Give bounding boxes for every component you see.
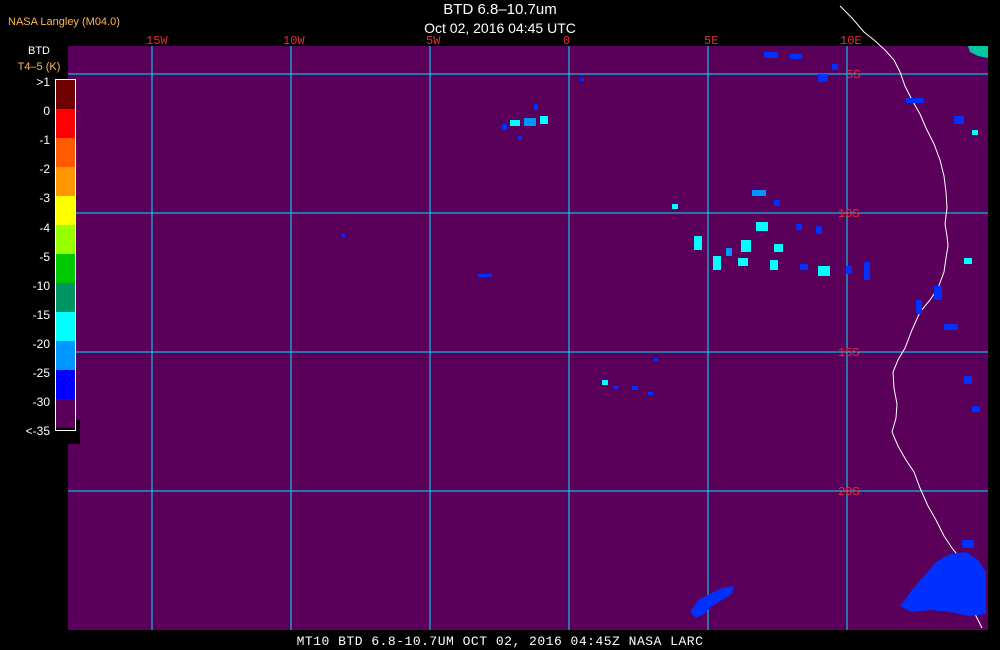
- cloud-cell: [916, 300, 922, 314]
- cloud-cell: [524, 118, 536, 126]
- cloud-cell: [818, 74, 828, 82]
- cloud-cell: [944, 324, 958, 330]
- cloud-cell: [602, 380, 608, 385]
- satellite-map: 15W 10W 5W 0 5E 10E 5S 10S 15S 20S: [68, 5, 988, 630]
- legend-title: BTD: [28, 45, 50, 57]
- legend-swatch: [56, 138, 75, 167]
- cloud-cell: [648, 392, 653, 395]
- cloud-cell: [518, 136, 522, 140]
- cloud-cell: [540, 116, 548, 124]
- legend-label: -20: [32, 336, 50, 351]
- cloud-cell: [632, 386, 638, 390]
- legend-swatch: [56, 80, 75, 109]
- lon-label-5w: 5W: [426, 34, 441, 48]
- cloud-cell: [774, 200, 780, 206]
- legend-label: -3: [39, 191, 50, 206]
- cloud-cell: [962, 540, 974, 548]
- cloud-cell: [672, 204, 678, 209]
- lon-label-5e: 5E: [704, 34, 718, 48]
- cloud-cell: [818, 266, 830, 276]
- legend-label: -1: [39, 133, 50, 148]
- cloud-cell: [694, 236, 702, 250]
- legend-label: -15: [32, 307, 50, 322]
- legend-swatch: [56, 196, 75, 225]
- cloud-cell: [790, 54, 802, 59]
- legend-label: >1: [36, 75, 50, 89]
- cloud-cell: [796, 224, 802, 230]
- cloud-cell: [726, 248, 732, 256]
- lon-label-15w: 15W: [146, 34, 168, 48]
- cloud-cell: [614, 386, 618, 389]
- cloud-cell: [972, 406, 980, 412]
- cloud-cell: [816, 226, 822, 234]
- cloud-cell: [342, 234, 345, 237]
- lon-label-10w: 10W: [283, 34, 305, 48]
- legend-swatch: [56, 283, 75, 312]
- cloud-cell: [906, 98, 924, 103]
- observation-datetime: Oct 02, 2016 04:45 UTC: [424, 20, 576, 36]
- lat-label-5s: 5S: [846, 68, 860, 82]
- cloud-cell: [752, 190, 766, 196]
- product-title: BTD 6.8–10.7um: [443, 1, 557, 18]
- legend-swatch: [56, 399, 75, 428]
- legend-swatch: [56, 312, 75, 341]
- cloud-cell: [654, 358, 658, 361]
- cloud-cell: [510, 120, 520, 126]
- legend-units: T4–5 (K): [17, 61, 61, 73]
- cloud-cell: [954, 116, 964, 124]
- cloud-cell: [502, 124, 507, 130]
- legend-label: -4: [39, 220, 50, 235]
- lon-label-0: 0: [563, 34, 570, 48]
- cloud-cell: [770, 260, 778, 270]
- legend-label: <-35: [25, 424, 50, 439]
- cloud-cell: [713, 256, 721, 270]
- legend-label: -30: [32, 395, 50, 410]
- cloud-cell: [738, 258, 748, 266]
- cloud-cell: [756, 222, 768, 231]
- cloud-cell: [964, 376, 972, 384]
- cloud-cell: [478, 274, 492, 277]
- lat-label-20s: 20S: [838, 485, 860, 499]
- cloud-cell: [580, 78, 584, 81]
- legend-label: -2: [39, 162, 50, 177]
- cloud-cell: [741, 240, 751, 252]
- cloud-cell: [832, 64, 838, 70]
- cloud-cell: [934, 286, 942, 300]
- legend-label: -10: [32, 278, 50, 293]
- cloud-cell: [800, 264, 808, 270]
- lon-label-10e: 10E: [840, 34, 862, 48]
- map-background: [68, 46, 988, 630]
- legend-swatch: [56, 109, 75, 138]
- legend-swatch: [56, 370, 75, 399]
- lat-label-10s: 10S: [838, 207, 860, 221]
- legend-swatch: [56, 254, 75, 283]
- footer-info: MT10 BTD 6.8-10.7UM OCT 02, 2016 04:45Z …: [296, 634, 704, 649]
- cloud-cell: [864, 262, 870, 280]
- cloud-cell: [964, 258, 972, 264]
- cloud-cell: [972, 130, 978, 135]
- legend-swatch: [56, 225, 75, 254]
- color-scale-bar: [55, 79, 76, 431]
- legend-swatch: [56, 341, 75, 370]
- cloud-cell: [534, 104, 538, 110]
- cloud-cell: [764, 52, 778, 58]
- legend-label: 0: [43, 104, 50, 119]
- lat-label-15s: 15S: [838, 346, 860, 360]
- legend-swatch: [56, 167, 75, 196]
- legend-label: -25: [32, 366, 50, 380]
- cloud-cell: [846, 266, 852, 274]
- cloud-cell: [774, 244, 783, 252]
- legend-label: -5: [39, 249, 50, 264]
